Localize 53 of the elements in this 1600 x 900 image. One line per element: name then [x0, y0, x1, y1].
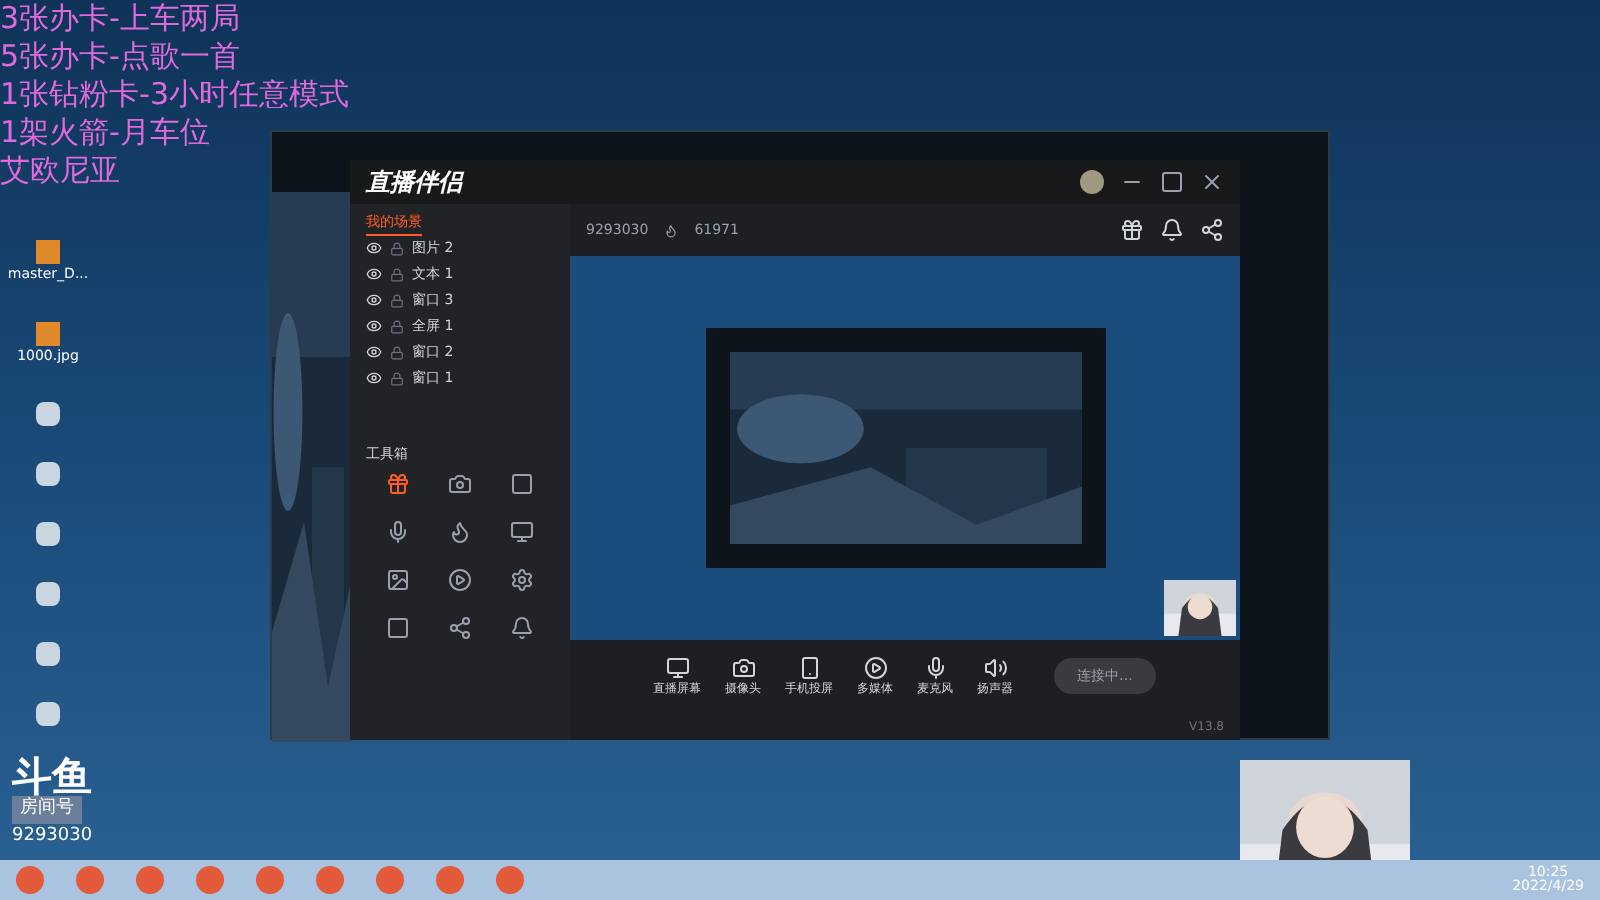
tool-icon[interactable] — [510, 616, 535, 640]
overlay-text: 1张钻粉卡-3小时任意模式 — [0, 76, 349, 114]
tool-icon[interactable] — [510, 472, 535, 496]
eye-icon[interactable] — [366, 370, 382, 386]
eye-icon[interactable] — [366, 240, 382, 256]
file-icon[interactable] — [36, 321, 60, 345]
tool-icon[interactable] — [385, 616, 410, 640]
bell-icon[interactable] — [1160, 218, 1184, 242]
app-icon[interactable] — [36, 522, 60, 546]
maximize-icon[interactable] — [1160, 170, 1184, 194]
camera-icon — [731, 655, 756, 679]
room-label: 房间号 — [12, 796, 82, 823]
tool-icon[interactable] — [447, 568, 472, 592]
tool-icon[interactable] — [510, 568, 535, 592]
flame-icon — [664, 223, 679, 237]
app-icon[interactable] — [36, 642, 60, 666]
eye-icon[interactable] — [366, 344, 382, 360]
tool-icon[interactable] — [447, 472, 472, 496]
phone-icon — [797, 655, 822, 679]
app-icon[interactable] — [36, 702, 60, 726]
play-icon — [863, 655, 888, 679]
overlay-text: 3张办卡-上车两局 — [0, 0, 242, 38]
gift-icon[interactable] — [1120, 218, 1144, 242]
app-icon[interactable] — [36, 402, 60, 426]
lock-icon[interactable] — [390, 267, 404, 281]
app-icon[interactable] — [36, 582, 60, 606]
tool-icon[interactable] — [447, 616, 472, 640]
monitor-icon — [665, 655, 690, 679]
tool-icon[interactable] — [510, 520, 535, 544]
room-number: 9293030 — [12, 823, 93, 849]
brand-logo: 斗鱼 — [12, 756, 92, 796]
lock-icon[interactable] — [390, 293, 404, 307]
app-title: 直播伴侣 — [366, 166, 462, 200]
overlay-text: 1架火箭-月车位 — [0, 114, 212, 152]
share-icon[interactable] — [1200, 218, 1224, 242]
lock-icon[interactable] — [390, 319, 404, 333]
lock-icon[interactable] — [390, 241, 404, 255]
eye-icon[interactable] — [366, 292, 382, 308]
overlay-text: 5张办卡-点歌一首 — [0, 38, 242, 76]
speaker-icon — [983, 655, 1008, 679]
app-icon[interactable] — [36, 462, 60, 486]
tool-icon[interactable] — [385, 520, 410, 544]
close-icon[interactable] — [1200, 170, 1224, 194]
tool-icon[interactable] — [385, 568, 410, 592]
lock-icon[interactable] — [390, 345, 404, 359]
tool-icon[interactable] — [447, 520, 472, 544]
eye-icon[interactable] — [366, 266, 382, 282]
lock-icon[interactable] — [390, 371, 404, 385]
eye-icon[interactable] — [366, 318, 382, 334]
overlay-text: 艾欧尼亚 — [0, 152, 122, 190]
avatar-icon[interactable] — [1080, 170, 1104, 194]
microphone-icon — [923, 655, 948, 679]
tool-icon[interactable] — [385, 472, 410, 496]
